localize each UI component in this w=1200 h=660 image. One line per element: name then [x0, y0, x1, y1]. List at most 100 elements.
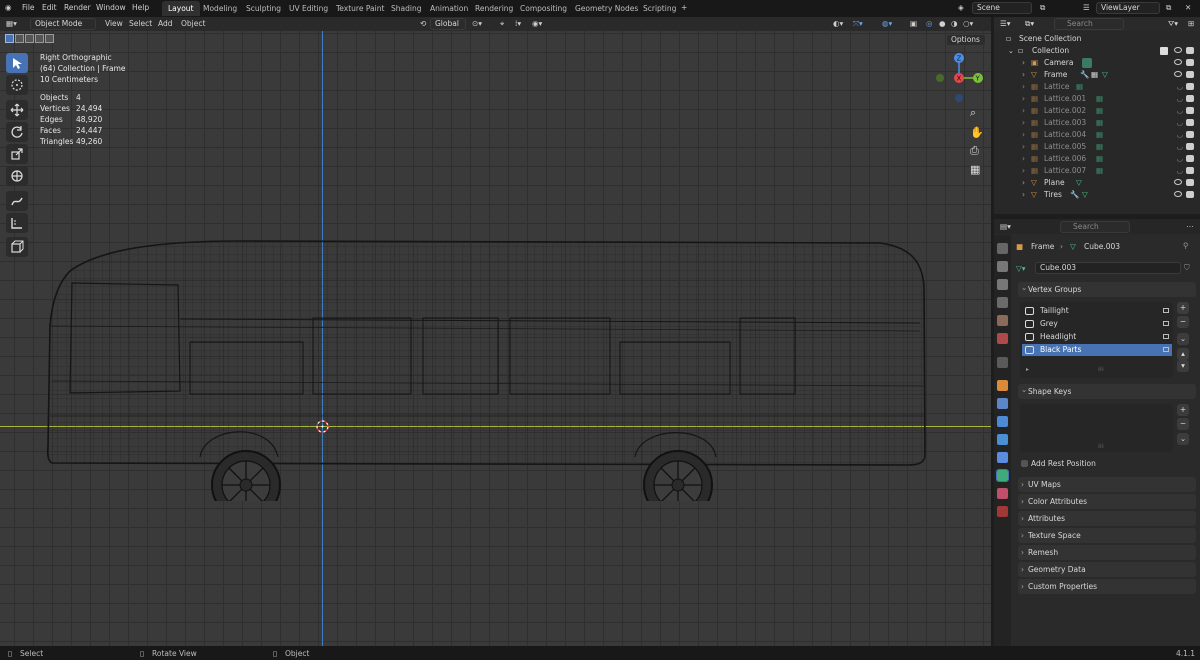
tab-rendering[interactable]: Rendering	[469, 1, 519, 16]
eye-icon[interactable]	[1174, 59, 1182, 65]
modifiers-tab-icon[interactable]	[997, 398, 1008, 409]
eye-icon[interactable]	[1174, 179, 1182, 185]
panel-shape-keys[interactable]: Shape Keys	[1018, 382, 1196, 399]
collection-row[interactable]: ⌄ ▫ Collection	[994, 45, 1200, 57]
outliner-item-lattice-001[interactable]: › ▦ Lattice.001 ▦ ◡	[994, 93, 1200, 105]
camera-data-icon[interactable]	[1082, 58, 1092, 68]
tool-tab-icon[interactable]	[997, 243, 1008, 254]
lock-icon[interactable]	[1163, 308, 1169, 313]
expand-icon[interactable]: ⌄	[1008, 45, 1014, 57]
lattice-data-icon[interactable]: ▦	[1096, 129, 1103, 141]
eye-closed-icon[interactable]: ◡	[1176, 129, 1183, 141]
output-tab-icon[interactable]	[997, 279, 1008, 290]
navigation-gizmo[interactable]: Z Y X	[932, 51, 986, 105]
menu-help[interactable]: Help	[132, 3, 149, 12]
move-down-button[interactable]: ▾	[1177, 360, 1189, 372]
select-new-icon[interactable]	[5, 34, 14, 43]
eye-closed-icon[interactable]: ◡	[1176, 153, 1183, 165]
outliner-item-lattice-007[interactable]: › ▦ Lattice.007 ▦ ◡	[994, 165, 1200, 177]
eye-icon[interactable]	[1174, 71, 1182, 77]
3d-viewport[interactable]: Right Orthographic (64) Collection | Fra…	[0, 31, 991, 646]
lattice-data-icon[interactable]: ▦	[1096, 93, 1103, 105]
outliner-item-camera[interactable]: › ▣ Camera	[994, 57, 1200, 69]
browse-view-layer-icon[interactable]: ⧉	[1166, 3, 1171, 13]
outliner-filter-mode-icon[interactable]: ⧉▾	[1025, 19, 1034, 29]
tab-sculpting[interactable]: Sculpting	[240, 1, 287, 16]
eye-closed-icon[interactable]: ◡	[1176, 141, 1183, 153]
zoom-icon[interactable]: ⌕	[970, 106, 976, 120]
vertex-group-item[interactable]: Headlight	[1022, 331, 1172, 343]
shape-key-specials-button[interactable]: ⌄	[1177, 433, 1189, 445]
eye-closed-icon[interactable]: ◡	[1176, 81, 1183, 93]
lattice-data-icon[interactable]: ▦	[1096, 165, 1103, 177]
snap-icon[interactable]: ⌖	[500, 19, 504, 29]
panel-attributes[interactable]: Attributes	[1018, 511, 1196, 526]
visibility-icon[interactable]: ◐▾	[833, 19, 843, 28]
mesh-data-icon[interactable]: ▽	[1102, 69, 1108, 81]
scene-tab-icon[interactable]	[997, 315, 1008, 326]
select-invert-icon[interactable]	[35, 34, 44, 43]
bus-wireframe[interactable]	[40, 231, 940, 501]
editor-type-icon[interactable]: ▦▾	[6, 19, 17, 28]
menu-file[interactable]: File	[22, 3, 35, 12]
list-expand-icon[interactable]: ▸	[1026, 366, 1029, 373]
material-tab-icon[interactable]	[997, 488, 1008, 499]
menu-object[interactable]: Object	[181, 19, 205, 28]
3d-cursor-icon[interactable]	[315, 419, 330, 434]
camera-render-icon[interactable]	[1186, 143, 1194, 150]
physics-tab-icon[interactable]	[997, 434, 1008, 445]
pin-icon[interactable]: ⚲	[1183, 241, 1189, 250]
lock-icon[interactable]	[1163, 347, 1169, 352]
add-shape-key-button[interactable]: +	[1177, 404, 1189, 416]
snap-target-icon[interactable]: ⁞▾	[515, 19, 521, 28]
camera-render-icon[interactable]	[1186, 155, 1194, 162]
add-cube-tool-icon[interactable]	[6, 237, 28, 257]
overlays-icon[interactable]: ◍▾	[882, 19, 892, 28]
render-tab-icon[interactable]	[997, 261, 1008, 272]
view-layer-tab-icon[interactable]	[997, 297, 1008, 308]
outliner-search-input[interactable]: Search	[1054, 18, 1124, 30]
xray-icon[interactable]: ▣	[910, 19, 917, 28]
options-dropdown[interactable]: Options	[946, 34, 986, 46]
menu-select[interactable]: Select	[129, 19, 152, 28]
rendered-shading-icon[interactable]: ○▾	[963, 19, 973, 28]
lattice-data-icon[interactable]: ▦	[1076, 81, 1083, 93]
menu-render[interactable]: Render	[64, 3, 91, 12]
camera-render-icon[interactable]	[1186, 47, 1194, 54]
tab-shading[interactable]: Shading	[385, 1, 427, 16]
new-collection-icon[interactable]: ⊞	[1188, 19, 1194, 28]
vertex-group-item-selected[interactable]: Black Parts	[1022, 344, 1172, 356]
mesh-data-icon[interactable]: ▽	[1076, 177, 1082, 189]
cursor-tool-icon[interactable]	[6, 75, 28, 95]
panel-vertex-groups[interactable]: Vertex Groups	[1018, 280, 1196, 297]
tab-compositing[interactable]: Compositing	[514, 1, 573, 16]
panel-remesh[interactable]: Remesh	[1018, 545, 1196, 560]
object-tab-icon[interactable]	[997, 380, 1008, 391]
lattice-data-icon[interactable]: ▦	[1096, 141, 1103, 153]
pan-hand-icon[interactable]: ✋	[970, 126, 984, 139]
scene-collection-row[interactable]: ▫ Scene Collection	[994, 33, 1200, 45]
tab-uv-editing[interactable]: UV Editing	[283, 1, 334, 16]
camera-render-icon[interactable]	[1186, 71, 1194, 78]
wireframe-shading-icon[interactable]: ◎	[926, 19, 933, 28]
outliner-item-plane[interactable]: › ▽ Plane ▽	[994, 177, 1200, 189]
measure-tool-icon[interactable]	[6, 213, 28, 233]
outliner-editor-icon[interactable]: ☰▾	[1000, 19, 1011, 28]
texture-tab-icon[interactable]	[997, 506, 1008, 517]
gizmo-icon[interactable]: ⤧▾	[853, 19, 863, 29]
menu-edit[interactable]: Edit	[42, 3, 57, 12]
lattice-data-icon[interactable]: ▦	[1096, 153, 1103, 165]
panel-color-attributes[interactable]: Color Attributes	[1018, 494, 1196, 509]
tab-animation[interactable]: Animation	[424, 1, 474, 16]
panel-geometry-data[interactable]: Geometry Data	[1018, 562, 1196, 577]
menu-view[interactable]: View	[105, 19, 123, 28]
mesh-data-icon[interactable]: ▽	[1082, 189, 1088, 201]
vertex-group-item[interactable]: Taillight	[1022, 305, 1172, 317]
properties-search-input[interactable]: Search	[1060, 221, 1130, 233]
outliner-item-lattice-005[interactable]: › ▦ Lattice.005 ▦ ◡	[994, 141, 1200, 153]
remove-shape-key-button[interactable]: −	[1177, 418, 1189, 430]
eye-closed-icon[interactable]: ◡	[1176, 105, 1183, 117]
blender-logo-icon[interactable]: ◉	[5, 3, 12, 12]
outliner-item-tires[interactable]: › ▽ Tires 🔧 ▽	[994, 189, 1200, 201]
browse-scene-icon[interactable]: ⧉	[1040, 3, 1045, 13]
